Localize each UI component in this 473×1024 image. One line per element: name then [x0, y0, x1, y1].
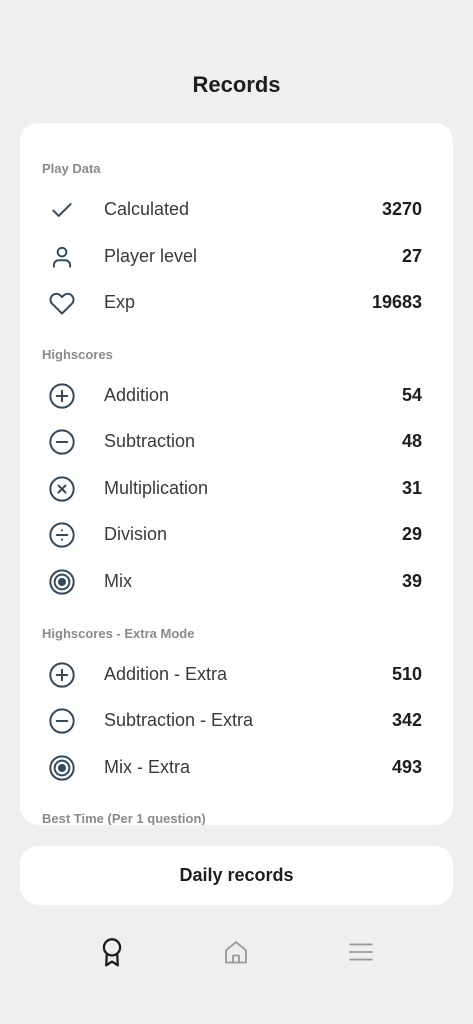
record-row-calculated: Calculated 3270	[20, 189, 453, 229]
award-icon	[99, 937, 125, 967]
record-label: Calculated	[104, 198, 190, 219]
record-label: Multiplication	[104, 477, 209, 498]
section-highscores-extra: Highscores - Extra Mode	[42, 626, 195, 641]
plus-circle-icon	[48, 382, 76, 410]
record-row-exp: Exp 19683	[20, 282, 453, 322]
record-value: 48	[401, 430, 422, 451]
record-value: 3270	[381, 198, 422, 219]
record-value: 342	[391, 709, 422, 730]
record-value: 510	[391, 663, 422, 684]
record-label: Division	[104, 523, 168, 544]
record-value: 31	[401, 477, 422, 498]
record-value: 54	[401, 384, 422, 405]
record-row-mix-extra: Mix - Extra 493	[20, 747, 453, 787]
record-label: Subtraction	[104, 430, 196, 451]
record-label: Player level	[104, 245, 198, 266]
record-label: Mix	[104, 570, 132, 591]
home-icon	[222, 938, 250, 966]
page-title: Records	[192, 72, 281, 97]
target-icon	[48, 568, 76, 596]
person-icon	[48, 243, 76, 271]
record-label: Addition - Extra	[104, 663, 228, 684]
menu-icon	[348, 941, 374, 963]
records-card[interactable]: Play Data Calculated 3270 Player level 2…	[20, 123, 453, 825]
record-row-division: Division 29	[20, 514, 453, 554]
record-row-addition-extra: Addition - Extra 510	[20, 654, 453, 694]
record-label: Subtraction - Extra	[104, 709, 254, 730]
record-label: Mix - Extra	[104, 756, 191, 777]
section-play-data: Play Data	[42, 161, 101, 176]
daily-records-button[interactable]: Daily records	[20, 846, 453, 905]
record-row-addition: Addition 54	[20, 375, 453, 415]
record-value: 493	[391, 756, 422, 777]
check-icon	[48, 196, 76, 224]
record-value: 39	[401, 570, 422, 591]
record-row-multiplication: Multiplication 31	[20, 468, 453, 508]
nav-menu-tab[interactable]	[341, 934, 381, 970]
divide-circle-icon	[48, 521, 76, 549]
record-value: 27	[401, 245, 422, 266]
record-label: Exp	[104, 291, 136, 312]
minus-circle-icon	[48, 707, 76, 735]
record-row-mix: Mix 39	[20, 561, 453, 601]
section-best-time: Best Time (Per 1 question)	[42, 811, 206, 825]
record-value: 29	[401, 523, 422, 544]
record-label: Addition	[104, 384, 170, 405]
minus-circle-icon	[48, 428, 76, 456]
record-row-player-level: Player level 27	[20, 236, 453, 276]
nav-home-tab[interactable]	[216, 934, 256, 970]
target-icon	[48, 754, 76, 782]
plus-circle-icon	[48, 661, 76, 689]
times-circle-icon	[48, 475, 76, 503]
record-row-subtraction: Subtraction 48	[20, 421, 453, 461]
heart-icon	[48, 289, 76, 317]
section-highscores: Highscores	[42, 347, 113, 362]
record-value: 19683	[371, 291, 422, 312]
nav-records-tab[interactable]	[92, 934, 132, 970]
record-row-subtraction-extra: Subtraction - Extra 342	[20, 700, 453, 740]
